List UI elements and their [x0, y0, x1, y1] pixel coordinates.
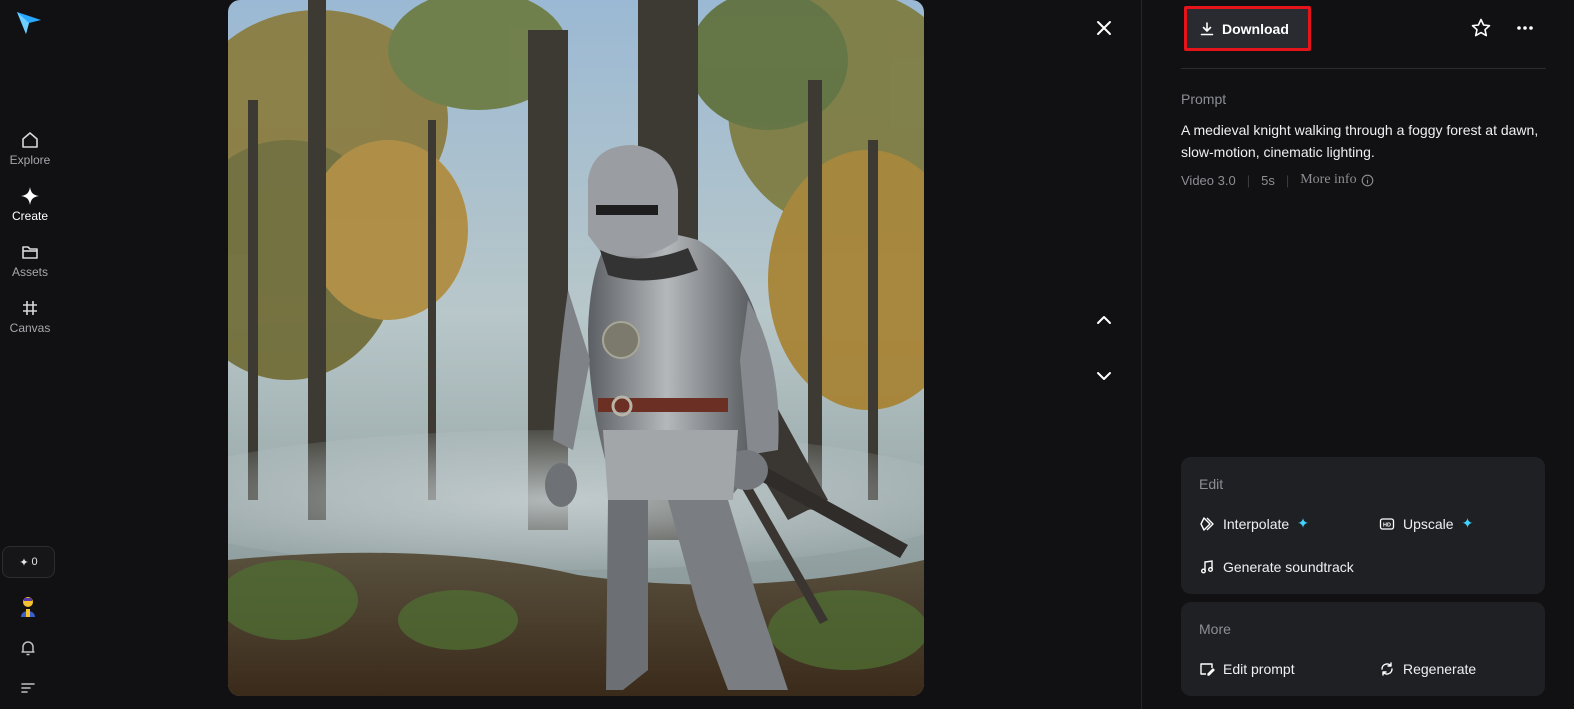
star-icon[interactable] [1470, 17, 1492, 39]
prompt-label: Prompt [1181, 91, 1227, 107]
close-icon[interactable] [1092, 16, 1116, 40]
nav-explore-label: Explore [9, 153, 51, 167]
sparkle-icon [21, 187, 39, 205]
meta-separator: | [1285, 172, 1290, 188]
edit-prompt-icon [1200, 663, 1215, 676]
grid-icon [23, 301, 37, 315]
edit-card: Edit Interpolate ✦ HD Upscale ✦ Generate… [1181, 457, 1545, 594]
svg-text:HD: HD [1383, 522, 1391, 528]
edit-prompt-button[interactable]: Edit prompt [1199, 661, 1295, 677]
sparkle-badge-icon: ✦ [1461, 515, 1474, 531]
knight-forest-image [228, 0, 924, 696]
prompt-text: A medieval knight walking through a fogg… [1181, 122, 1539, 160]
more-info-link[interactable]: More info [1300, 172, 1373, 188]
chevron-up-icon[interactable] [1092, 308, 1116, 332]
hd-icon: HD [1379, 517, 1395, 530]
regenerate-icon [1381, 662, 1393, 676]
nav-canvas[interactable]: Canvas [0, 298, 60, 335]
edit-prompt-label: Edit prompt [1223, 661, 1295, 677]
more-card: More Edit prompt Regenerate [1181, 602, 1545, 696]
avatar-icon[interactable] [17, 595, 39, 619]
regenerate-label: Regenerate [1403, 661, 1477, 677]
header-divider [1181, 68, 1546, 69]
model-name: Video 3.0 [1181, 172, 1236, 188]
sparkle-badge-icon: ✦ [1297, 515, 1309, 531]
edit-title: Edit [1199, 476, 1224, 492]
download-button[interactable]: Download [1184, 6, 1311, 51]
interpolate-icon [1200, 516, 1214, 531]
bell-icon[interactable] [19, 639, 37, 657]
download-icon [1200, 21, 1214, 35]
panel-divider [1141, 0, 1142, 709]
more-info-label: More info [1300, 172, 1357, 187]
upscale-label: Upscale [1403, 515, 1454, 532]
download-label: Download [1222, 20, 1289, 37]
folder-icon [22, 246, 38, 259]
generation-meta: Video 3.0 | 5s | More info [1181, 172, 1374, 188]
credits-icon: ✦ [19, 556, 29, 569]
menu-icon[interactable] [19, 679, 37, 697]
duration: 5s [1261, 172, 1275, 188]
generate-soundtrack-button[interactable]: Generate soundtrack [1199, 559, 1354, 575]
nav-assets[interactable]: Assets [0, 242, 60, 279]
upscale-button[interactable]: HD Upscale ✦ [1379, 515, 1473, 532]
credits-value: 0 [31, 556, 38, 568]
nav-canvas-label: Canvas [9, 321, 51, 335]
left-sidebar: Explore Create Assets Canvas ✦ 0 [0, 0, 60, 709]
home-icon [22, 132, 38, 148]
soundtrack-label: Generate soundtrack [1223, 559, 1354, 575]
nav-assets-label: Assets [11, 265, 48, 279]
chevron-down-icon[interactable] [1092, 364, 1116, 388]
info-icon [1361, 174, 1373, 186]
nav-create[interactable]: Create [0, 186, 60, 223]
interpolate-label: Interpolate [1223, 515, 1290, 532]
credits-badge[interactable]: ✦ 0 [2, 546, 55, 578]
regenerate-button[interactable]: Regenerate [1379, 661, 1476, 677]
paper-plane-logo[interactable] [15, 8, 43, 36]
interpolate-button[interactable]: Interpolate ✦ [1199, 515, 1309, 532]
media-preview[interactable] [228, 0, 924, 696]
more-options-icon[interactable] [1514, 17, 1536, 39]
music-note-icon [1201, 560, 1213, 574]
nav-explore[interactable]: Explore [0, 130, 60, 167]
more-title: More [1199, 621, 1231, 637]
nav-create-label: Create [11, 209, 49, 223]
meta-separator: | [1246, 172, 1251, 188]
